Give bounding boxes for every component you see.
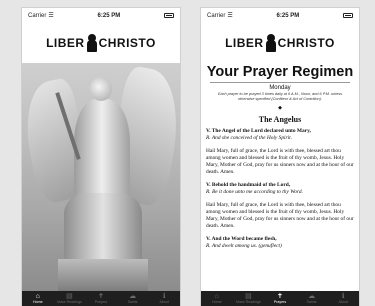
carrier-label: Carrier xyxy=(28,12,47,19)
tab-prayers[interactable]: ✝ Prayers xyxy=(85,291,117,306)
logo-text-left: LIBER xyxy=(46,36,85,50)
tab-mass-readings[interactable]: ▤ Mass Readings xyxy=(54,291,86,306)
tab-about[interactable]: ℹ About xyxy=(148,291,180,306)
app-logo: LIBER CHRISTO xyxy=(22,23,180,63)
tab-bar: ⌂ Home ▤ Mass Readings ✝ Prayers ☁ Saint… xyxy=(22,291,180,306)
tab-label: Prayers xyxy=(94,299,108,304)
hail-mary-1: Hail Mary, full of grace, the Lord is wi… xyxy=(206,148,354,175)
section-title: The Angelus xyxy=(258,115,302,124)
tab-label: Home xyxy=(33,299,43,304)
archangel-statue-image xyxy=(22,63,180,291)
clock: 6:25 PM xyxy=(97,12,121,19)
hail-mary-2: Hail Mary, full of grace, the Lord is wi… xyxy=(206,202,354,229)
info-icon: ℹ xyxy=(162,292,166,300)
cross-icon: ✝ xyxy=(277,292,283,300)
battery-icon xyxy=(342,13,353,18)
response-text: R. And she conceived of the Holy Spirit. xyxy=(206,135,292,141)
versicle-2: V. Behold the handmaid of the Lord, R. B… xyxy=(206,182,354,196)
prayers-screen: Carrier ☰ 6:25 PM LIBER CHRISTO Your Pra… xyxy=(201,8,359,306)
diamond-icon: ◆ xyxy=(278,105,282,111)
status-bar: Carrier ☰ 6:25 PM xyxy=(201,8,359,23)
book-icon: ▤ xyxy=(66,292,73,300)
prayer-content[interactable]: Your Prayer Regimen Monday Each prayer t… xyxy=(201,63,359,291)
saint-icon: ☁ xyxy=(129,292,137,300)
logo-text-left: LIBER xyxy=(225,36,264,50)
logo-text-right: CHRISTO xyxy=(277,36,335,50)
carrier-group: Carrier ☰ xyxy=(207,12,233,20)
tab-mass-readings[interactable]: ▤ Mass Readings xyxy=(233,291,265,306)
logo-text-right: CHRISTO xyxy=(98,36,156,50)
response-text: R. And dwelt among us. (genuflect) xyxy=(206,243,282,249)
tab-label: Saints xyxy=(306,299,317,304)
versicle-text: V. Behold the handmaid of the Lord, xyxy=(206,182,291,188)
tab-prayers[interactable]: ✝ Prayers xyxy=(264,291,296,306)
versicle-text: V. The Angel of the Lord declared unto M… xyxy=(206,128,311,134)
saint-silhouette-icon xyxy=(86,34,97,52)
tab-label: Mass Readings xyxy=(57,299,82,304)
tab-about[interactable]: ℹ About xyxy=(327,291,359,306)
tab-saints[interactable]: ☁ Saints xyxy=(117,291,149,306)
saint-silhouette-icon xyxy=(265,34,276,52)
wifi-icon: ☰ xyxy=(227,13,233,19)
status-bar: Carrier ☰ 6:25 PM xyxy=(22,8,180,23)
tab-home[interactable]: ⌂ Home xyxy=(201,291,233,306)
tab-label: About xyxy=(338,299,348,304)
statue-robe xyxy=(64,193,142,263)
cross-icon: ✝ xyxy=(98,292,104,300)
tab-label: Saints xyxy=(127,299,138,304)
book-icon: ▤ xyxy=(245,292,252,300)
carrier-label: Carrier xyxy=(207,12,226,19)
prayer-instructions: Each prayer to be prayed 3 times daily a… xyxy=(217,92,343,101)
battery-icon xyxy=(163,13,174,18)
tab-saints[interactable]: ☁ Saints xyxy=(296,291,328,306)
tab-bar: ⌂ Home ▤ Mass Readings ✝ Prayers ☁ Saint… xyxy=(201,291,359,306)
wifi-icon: ☰ xyxy=(48,13,54,19)
carrier-group: Carrier ☰ xyxy=(28,12,54,20)
statue-head xyxy=(90,77,112,101)
page-title: Your Prayer Regimen xyxy=(206,64,354,80)
day-label: Monday xyxy=(269,85,291,91)
statue-base xyxy=(58,259,148,291)
versicle-1: V. The Angel of the Lord declared unto M… xyxy=(206,128,354,142)
versicle-text: V. And the Word became flesh, xyxy=(206,236,277,242)
home-icon: ⌂ xyxy=(35,292,40,300)
clock: 6:25 PM xyxy=(276,12,300,19)
tab-label: Prayers xyxy=(273,299,287,304)
tab-home[interactable]: ⌂ Home xyxy=(22,291,54,306)
app-logo: LIBER CHRISTO xyxy=(201,23,359,63)
home-icon: ⌂ xyxy=(214,292,219,300)
tab-label: Home xyxy=(212,299,222,304)
home-screen: Carrier ☰ 6:25 PM LIBER CHRISTO ⌂ Home ▤… xyxy=(22,8,180,306)
versicle-3: V. And the Word became flesh, R. And dwe… xyxy=(206,236,354,250)
divider xyxy=(210,82,350,83)
saint-icon: ☁ xyxy=(308,292,316,300)
response-text: R. Be it done unto me according to thy W… xyxy=(206,189,303,195)
tab-label: About xyxy=(159,299,169,304)
info-icon: ℹ xyxy=(341,292,345,300)
tab-label: Mass Readings xyxy=(236,299,261,304)
